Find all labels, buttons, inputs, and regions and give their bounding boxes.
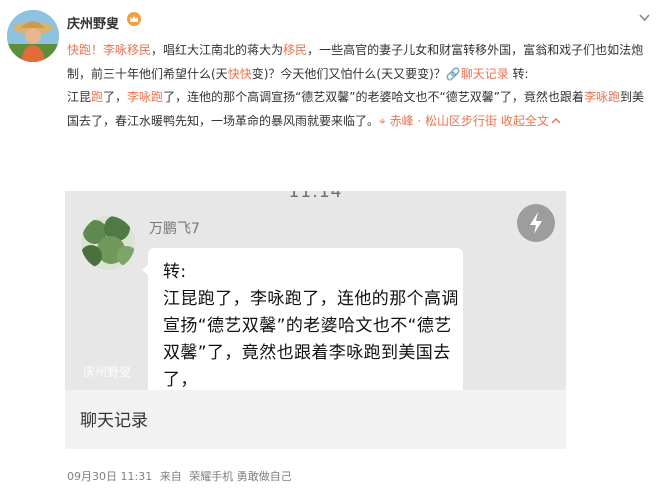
post-meta: 09月30日 11:31 来自 荣耀手机 勇敢做自己 [67,468,296,484]
collapse-text-button[interactable]: 收起全文 [501,114,561,128]
highlighted-keyword[interactable]: 快跑！ [67,43,103,57]
embedded-chat-image[interactable]: 11:14 万鹏飞7 转: 江昆跑了，李咏跑了，连他的那个高调宣扬“德艺双馨”的… [65,191,566,449]
chat-record-title-bar[interactable]: 聊天记录 [65,390,566,449]
chevron-up-icon [549,114,561,128]
chat-record-title: 聊天记录 [80,411,148,431]
chat-contact-name: 万鹏飞7 [149,221,200,237]
chat-record-link-label: 聊天记录 [460,66,509,81]
post-avatar[interactable] [7,10,59,62]
chat-avatar [81,216,135,270]
lightning-icon[interactable] [517,204,555,242]
highlighted-keyword[interactable]: 李咏跑 [584,90,620,104]
chat-screenshot: 11:14 万鹏飞7 转: 江昆跑了，李咏跑了，连他的那个高调宣扬“德艺双馨”的… [65,191,566,390]
post-text-segment: 了，连他的那个高调宣扬“德艺双馨”的老婆哈文也不“德艺双馨”了，竟然也跟着 [163,90,584,104]
post-device[interactable]: 荣耀手机 勇敢做自己 [189,470,292,483]
chat-message-text: 转: 江昆跑了，李咏跑了，连他的那个高调宣扬“德艺双馨”的老婆哈文也不“德艺双馨… [163,262,459,390]
highlighted-keyword[interactable]: 李咏跑 [127,90,163,104]
highlighted-keyword[interactable]: 快快 [228,67,252,81]
collapse-label: 收起全文 [500,113,549,128]
location-link[interactable]: ⌖ 赤峰 · 松山区步行街 [379,114,497,128]
link-icon: 🔗 [445,66,461,81]
location-pin-icon: ⌖ [379,113,390,128]
clock-text: 11:14 [288,191,343,202]
highlighted-keyword[interactable]: 李咏移民 [103,43,151,57]
post-text-segment: ，唱红大江南北的蒋大为 [151,43,284,57]
username-link[interactable]: 庆州野叟 [67,13,119,32]
chat-record-link[interactable]: 🔗聊天记录 [446,67,509,81]
chevron-down-icon[interactable] [638,11,651,24]
post-date[interactable]: 09月30日 11:31 [67,470,152,483]
from-label: 来自 [159,470,182,483]
crown-icon [127,12,141,26]
post-text-segment: 了， [103,90,128,104]
post-text: 快跑！李咏移民，唱红大江南北的蒋大为移民，一些高官的妻子儿女和财富转移外国，富翁… [67,39,655,133]
image-watermark: 庆州野叟 [83,365,132,379]
highlighted-keyword[interactable]: 跑 [91,90,103,104]
post-text-segment: 变)？今天他们又怕什么(天又要变)？ [251,66,446,81]
location-label: 赤峰 · 松山区步行街 [389,113,498,128]
highlighted-keyword[interactable]: 移民 [283,43,307,57]
